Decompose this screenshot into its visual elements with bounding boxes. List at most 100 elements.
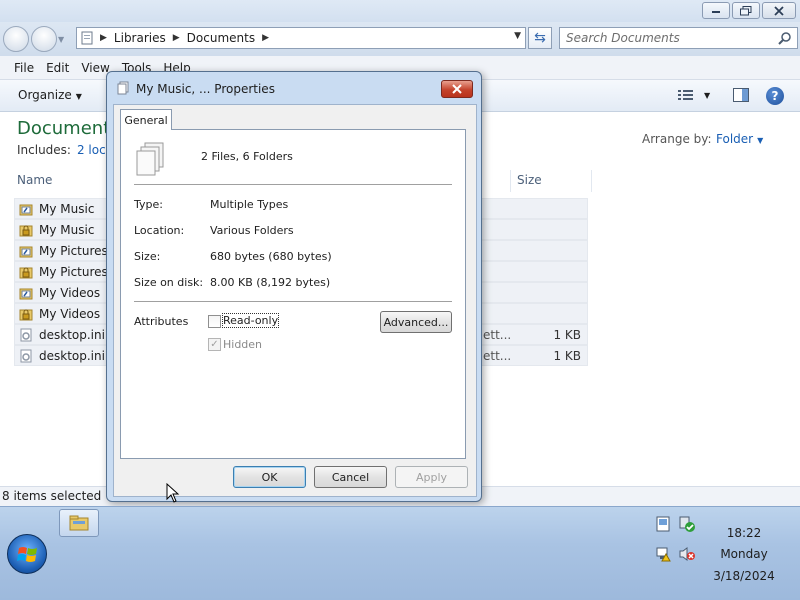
settings-file-icon — [20, 328, 32, 342]
minimize-button[interactable] — [702, 2, 730, 19]
minimize-icon — [712, 10, 720, 13]
change-view-button[interactable]: ▼ — [678, 89, 710, 101]
search-input[interactable] — [560, 28, 760, 48]
network-warning-icon[interactable] — [655, 546, 671, 562]
file-name: My Pictures — [39, 244, 108, 258]
status-text: 8 items selected — [2, 489, 102, 503]
column-header-name[interactable]: Name — [17, 173, 52, 187]
size-label: Size: — [134, 250, 161, 263]
cancel-button[interactable]: Cancel — [314, 466, 387, 488]
file-name: desktop.ini — [39, 328, 105, 342]
start-button[interactable] — [7, 534, 47, 574]
close-icon — [774, 5, 784, 16]
forward-button[interactable] — [31, 26, 57, 52]
arrange-by-value: Folder — [716, 132, 754, 146]
locked-folder-icon — [19, 267, 33, 279]
divider — [134, 301, 452, 302]
explorer-titlebar[interactable] — [0, 0, 800, 22]
chevron-down-icon: ▼ — [757, 136, 764, 145]
refresh-button[interactable]: ⇆ — [528, 27, 552, 49]
general-tab-panel: 2 Files, 6 Folders Type: Multiple Types … — [120, 129, 466, 459]
dialog-close-button[interactable] — [441, 80, 473, 98]
file-name: My Pictures — [39, 265, 108, 279]
column-divider[interactable] — [510, 170, 511, 192]
settings-file-icon — [20, 349, 32, 363]
arrange-by-label: Arrange by: — [642, 132, 712, 146]
readonly-checkbox[interactable] — [208, 315, 221, 328]
chevron-down-icon: ▼ — [75, 92, 82, 101]
close-icon — [452, 84, 462, 94]
folder-icon — [77, 31, 97, 45]
file-name: desktop.ini — [39, 349, 105, 363]
apply-button[interactable]: Apply — [395, 466, 468, 488]
readonly-label[interactable]: Read-only — [221, 313, 280, 328]
hidden-checkbox[interactable]: ✓ — [208, 338, 221, 351]
file-name: My Videos — [39, 286, 101, 300]
organize-button[interactable]: Organize ▼ — [18, 88, 82, 102]
file-type: ett... — [483, 328, 512, 342]
action-center-icon[interactable] — [655, 516, 671, 532]
address-dropdown-icon[interactable]: ▼ — [514, 31, 521, 41]
preview-pane-icon — [733, 88, 749, 102]
pictures-folder-icon — [19, 246, 33, 258]
breadcrumb-separator[interactable]: ▶ — [259, 33, 272, 43]
window-controls — [702, 2, 796, 19]
chevron-down-icon: ▼ — [704, 90, 711, 100]
file-size: 1 KB — [553, 349, 581, 363]
properties-dialog[interactable]: My Music, ... Properties General 2 Files… — [106, 71, 482, 502]
locked-folder-icon — [19, 225, 33, 237]
windows-logo-icon — [17, 547, 37, 562]
organize-label: Organize — [18, 88, 72, 102]
ok-button[interactable]: OK — [233, 466, 306, 488]
file-size: 1 KB — [553, 328, 581, 342]
search-icon[interactable] — [778, 31, 792, 45]
advanced-button[interactable]: Advanced... — [380, 311, 452, 333]
help-icon: ? — [771, 89, 779, 103]
attributes-label: Attributes — [134, 315, 189, 328]
view-list-icon — [678, 90, 693, 100]
address-bar[interactable]: ▶ Libraries ▶ Documents ▶ ▼ — [76, 27, 526, 49]
back-button[interactable] — [3, 26, 29, 52]
clock-time[interactable]: 18:22 — [708, 526, 780, 540]
library-title: Documents — [17, 118, 120, 139]
security-check-icon[interactable] — [679, 516, 695, 532]
taskbar-explorer-button[interactable] — [59, 509, 99, 537]
multiple-files-icon — [136, 142, 164, 176]
breadcrumb-libraries[interactable]: Libraries — [110, 31, 170, 45]
file-name: My Music — [39, 202, 95, 216]
column-divider[interactable] — [591, 170, 592, 192]
menu-edit[interactable]: Edit — [40, 61, 75, 75]
breadcrumb-documents[interactable]: Documents — [183, 31, 259, 45]
type-value: Multiple Types — [210, 198, 289, 211]
clock-day[interactable]: Monday — [708, 547, 780, 561]
help-button[interactable]: ? — [766, 87, 784, 105]
file-type: ett... — [483, 349, 512, 363]
mouse-cursor-icon — [166, 483, 180, 503]
speaker-muted-icon[interactable] — [679, 546, 695, 562]
recent-pages-dropdown[interactable]: ▼ — [58, 35, 64, 44]
column-header-size[interactable]: Size — [517, 173, 542, 187]
videos-folder-icon — [19, 288, 33, 300]
music-folder-icon — [19, 204, 33, 216]
close-button[interactable] — [762, 2, 796, 19]
search-box[interactable] — [559, 27, 798, 49]
arrange-by-dropdown[interactable]: Folder ▼ — [716, 132, 763, 146]
clock-date[interactable]: 3/18/2024 — [708, 569, 780, 583]
file-name: My Videos — [39, 307, 101, 321]
divider — [134, 184, 452, 185]
breadcrumb-separator[interactable]: ▶ — [170, 33, 183, 43]
breadcrumb-separator[interactable]: ▶ — [97, 33, 110, 43]
size-on-disk-label: Size on disk: — [134, 276, 204, 289]
file-name: My Music — [39, 223, 95, 237]
selection-summary: 2 Files, 6 Folders — [201, 150, 293, 163]
tab-general[interactable]: General — [120, 109, 172, 130]
taskbar: 18:22 Monday 3/18/2024 — [0, 506, 800, 600]
menu-file[interactable]: File — [8, 61, 40, 75]
size-value: 680 bytes (680 bytes) — [210, 250, 332, 263]
preview-pane-button[interactable] — [733, 88, 749, 105]
refresh-icon: ⇆ — [534, 30, 546, 46]
restore-button[interactable] — [732, 2, 760, 19]
type-label: Type: — [134, 198, 163, 211]
hidden-label[interactable]: Hidden — [223, 338, 262, 351]
navigation-bar: ▼ ▶ Libraries ▶ Documents ▶ ▼ ⇆ — [0, 22, 800, 56]
